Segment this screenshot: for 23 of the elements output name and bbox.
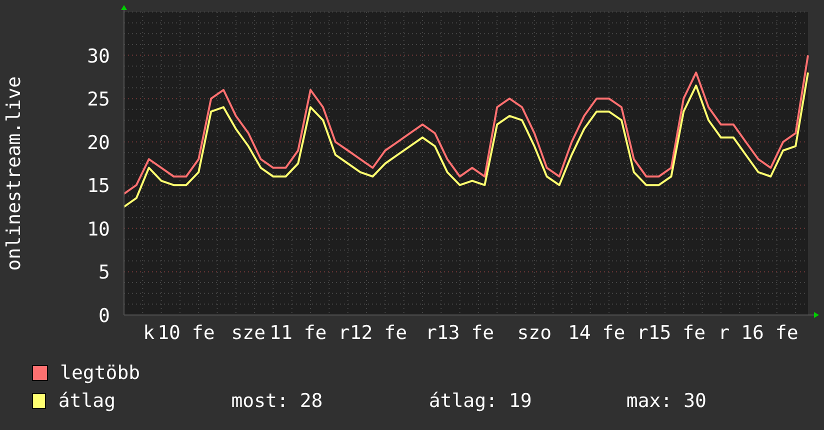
y-tick-label: 10 [87,218,110,240]
x-tick-label: sze [231,322,266,344]
y-axis-title: onlinestream.live [3,76,25,271]
x-tick-label: k [143,322,155,344]
y-tick-label: 25 [87,88,110,111]
x-tick-label: r12 fe [338,322,408,344]
y-tick-label: 0 [98,305,110,327]
y-tick-label: 30 [87,45,110,68]
x-tick-label: 11 fe [270,322,327,344]
stat-value: átlag: 19 [428,390,533,412]
x-tick-label: r13 fe [425,322,494,344]
legend-label: legtöbb [60,362,142,384]
x-tick-label: r 16 fe [718,322,798,344]
y-tick-label: 15 [87,175,110,198]
x-tick-label: szo [517,322,552,344]
x-tick-label: 14 fe [568,322,626,344]
stat-value: most: 28 [231,390,324,412]
legend-label: átlag [58,390,117,412]
y-tick-label: 5 [98,262,110,284]
x-tick-label: r15 fe [636,322,706,344]
y-tick-label: 20 [87,132,110,154]
x-tick-label: 10 fe [158,322,215,344]
stat-value: max: 30 [626,390,708,412]
